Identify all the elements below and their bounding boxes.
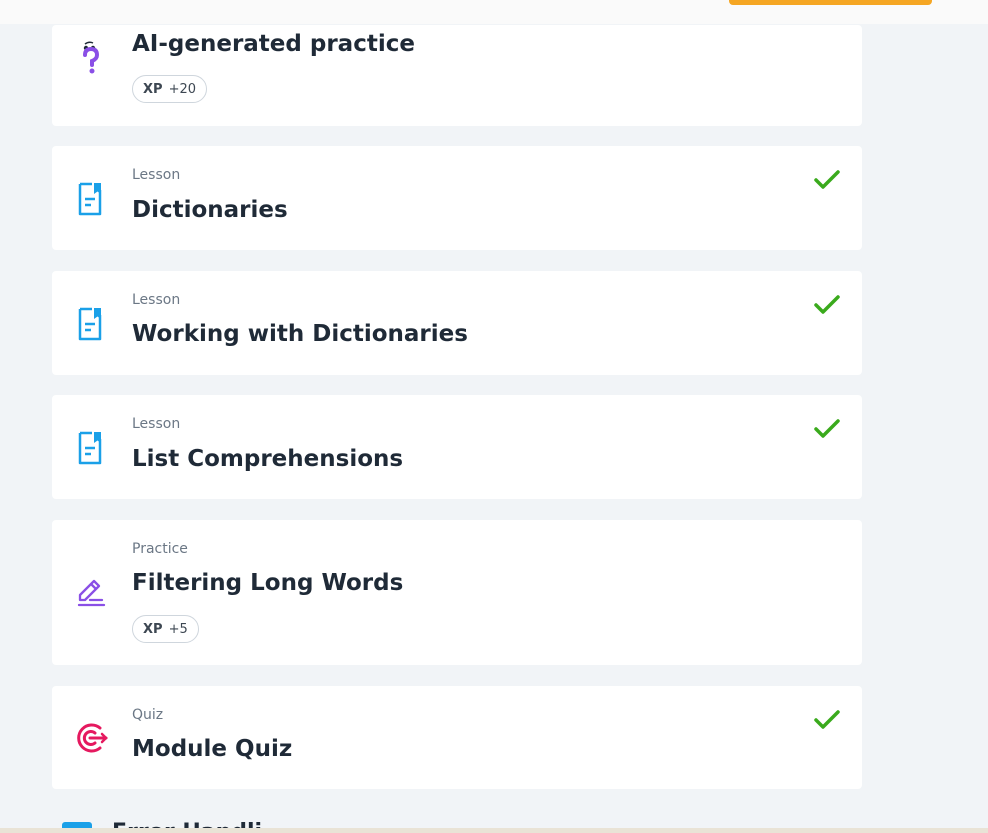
- xp-badge: XP +20: [132, 75, 207, 103]
- item-title: AI-generated practice: [132, 31, 415, 57]
- item-type-label: Quiz: [132, 707, 164, 723]
- continue-button[interactable]: [729, 0, 932, 5]
- question-mark-icon: [76, 35, 108, 74]
- xp-value: +20: [168, 81, 196, 97]
- item-title: Working with Dictionaries: [132, 321, 468, 347]
- lesson-document-icon: [76, 307, 108, 341]
- checkmark-icon: [814, 295, 840, 315]
- list-item-dictionaries[interactable]: Lesson Dictionaries: [52, 146, 862, 250]
- list-item-module-quiz[interactable]: Quiz Module Quiz: [52, 686, 862, 789]
- lesson-document-icon: [76, 182, 108, 216]
- bottom-edge: [0, 828, 988, 833]
- list-item-ai-practice[interactable]: AI-generated practice XP +20: [52, 25, 862, 126]
- checkmark-icon: [814, 419, 840, 439]
- list-item-filtering-long-words[interactable]: Practice Filtering Long Words XP +5: [52, 520, 862, 665]
- item-title: List Comprehensions: [132, 446, 404, 472]
- xp-value: +5: [168, 621, 188, 637]
- checkmark-icon: [814, 710, 840, 730]
- top-bar: [0, 0, 988, 24]
- lesson-document-icon: [76, 431, 108, 465]
- list-item-list-comprehensions[interactable]: Lesson List Comprehensions: [52, 395, 862, 499]
- item-title: Filtering Long Words: [132, 570, 404, 596]
- target-icon: [76, 722, 108, 754]
- item-title: Dictionaries: [132, 197, 288, 223]
- xp-label: XP: [143, 81, 163, 97]
- list-item-working-with-dictionaries[interactable]: Lesson Working with Dictionaries: [52, 271, 862, 375]
- item-type-label: Lesson: [132, 167, 181, 183]
- item-title: Module Quiz: [132, 736, 293, 762]
- checkmark-icon: [814, 170, 840, 190]
- xp-badge: XP +5: [132, 615, 199, 643]
- item-type-label: Lesson: [132, 416, 181, 432]
- item-type-label: Practice: [132, 541, 188, 557]
- pencil-icon: [76, 576, 108, 608]
- xp-label: XP: [143, 621, 163, 637]
- item-type-label: Lesson: [132, 292, 181, 308]
